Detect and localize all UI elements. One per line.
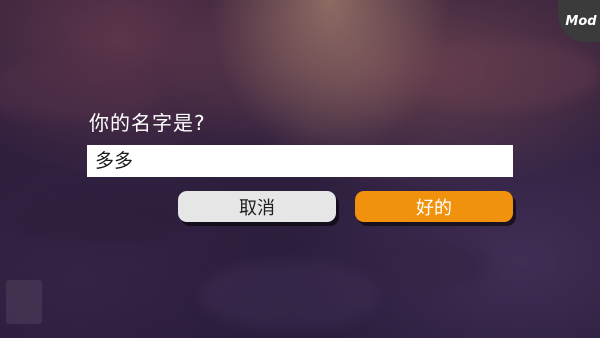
game-screen: Mod 你的名字是? 取消 好的 [0,0,600,338]
name-dialog: 你的名字是? 取消 好的 [0,0,600,338]
cancel-button[interactable]: 取消 [178,191,336,222]
ok-button[interactable]: 好的 [355,191,513,222]
name-input[interactable] [87,145,513,177]
name-prompt: 你的名字是? [89,111,206,135]
